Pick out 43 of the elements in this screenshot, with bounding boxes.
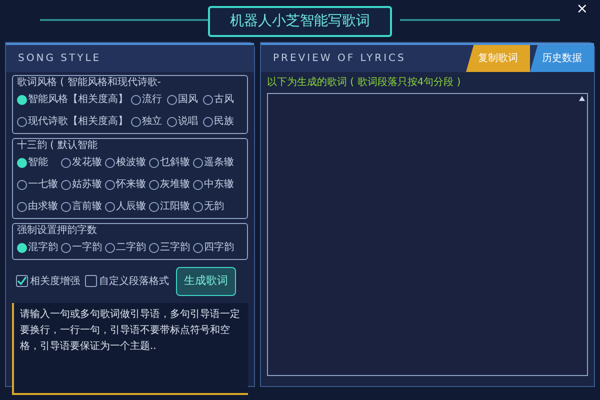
radio-option[interactable]: 梭波辙 xyxy=(105,155,149,170)
panel-heading: SONG STYLE xyxy=(6,43,254,72)
group-legend: 强制设置押韵字数 xyxy=(17,223,243,238)
panel-heading: PREVIEW OF LYRICS xyxy=(272,52,407,66)
radio-option[interactable]: 一七辙 xyxy=(17,177,61,192)
radio-option[interactable]: 中东辙 xyxy=(193,177,237,192)
radio-option[interactable]: 现代诗歌【相关度高】 xyxy=(17,114,131,129)
radio-option[interactable]: 一字韵 xyxy=(61,240,105,255)
radio-option[interactable]: 乜斜辙 xyxy=(149,155,193,170)
radio-option[interactable]: 无韵 xyxy=(193,199,237,214)
radio-option[interactable]: 国风 xyxy=(167,92,203,107)
scroll-up-icon[interactable] xyxy=(579,96,585,101)
radio-option[interactable]: 说唱 xyxy=(167,114,203,129)
check-icon xyxy=(17,276,27,286)
radio-option[interactable]: 混字韵 xyxy=(17,240,61,255)
radio-option[interactable]: 二字韵 xyxy=(105,240,149,255)
group-legend: 十三韵 ( 默认智能 xyxy=(17,138,243,153)
checkbox-option[interactable]: 相关度增强 xyxy=(16,274,80,289)
window-title: 机器人小芝智能写歌词 xyxy=(208,6,392,36)
radio-option[interactable]: 江阳辙 xyxy=(149,199,193,214)
radio-option[interactable]: 怀来辙 xyxy=(105,177,149,192)
close-button[interactable]: × xyxy=(576,2,588,16)
radio-option[interactable]: 灰堆辙 xyxy=(149,177,193,192)
radio-option[interactable]: 古风 xyxy=(203,92,239,107)
radio-option[interactable]: 三字韵 xyxy=(149,240,193,255)
radio-option[interactable]: 流行 xyxy=(131,92,167,107)
lyrics-note: 以下为生成的歌词 ( 歌词段落只按4句分段 ) xyxy=(266,76,462,90)
prompt-field[interactable]: 请输入一句或多句歌词做引导语，多句引导语一定要换行，一行一句，引导语不要带标点符号和空格，引导语要保证为一个主题.. xyxy=(12,302,248,394)
radio-option[interactable]: 智能 xyxy=(17,155,61,170)
checkbox-option[interactable]: 自定义段落格式 xyxy=(85,274,169,289)
radio-option[interactable]: 遥条辙 xyxy=(193,155,237,170)
lyrics-output-field[interactable] xyxy=(267,93,588,376)
radio-option[interactable]: 人辰辙 xyxy=(105,199,149,214)
radio-option[interactable]: 独立 xyxy=(131,114,167,129)
radio-option[interactable]: 由求辙 xyxy=(17,199,61,214)
radio-option[interactable]: 发花辙 xyxy=(61,155,105,170)
radio-option[interactable]: 民族 xyxy=(203,114,239,129)
generate-button[interactable]: 生成歌词 xyxy=(176,267,236,296)
group-legend: 歌词风格 ( 智能风格和现代诗歌- xyxy=(17,75,243,90)
radio-option[interactable]: 四字韵 xyxy=(193,240,237,255)
radio-option[interactable]: 姑苏辙 xyxy=(61,177,105,192)
radio-option[interactable]: 智能风格【相关度高】 xyxy=(17,92,131,107)
radio-option[interactable]: 言前辙 xyxy=(61,199,105,214)
